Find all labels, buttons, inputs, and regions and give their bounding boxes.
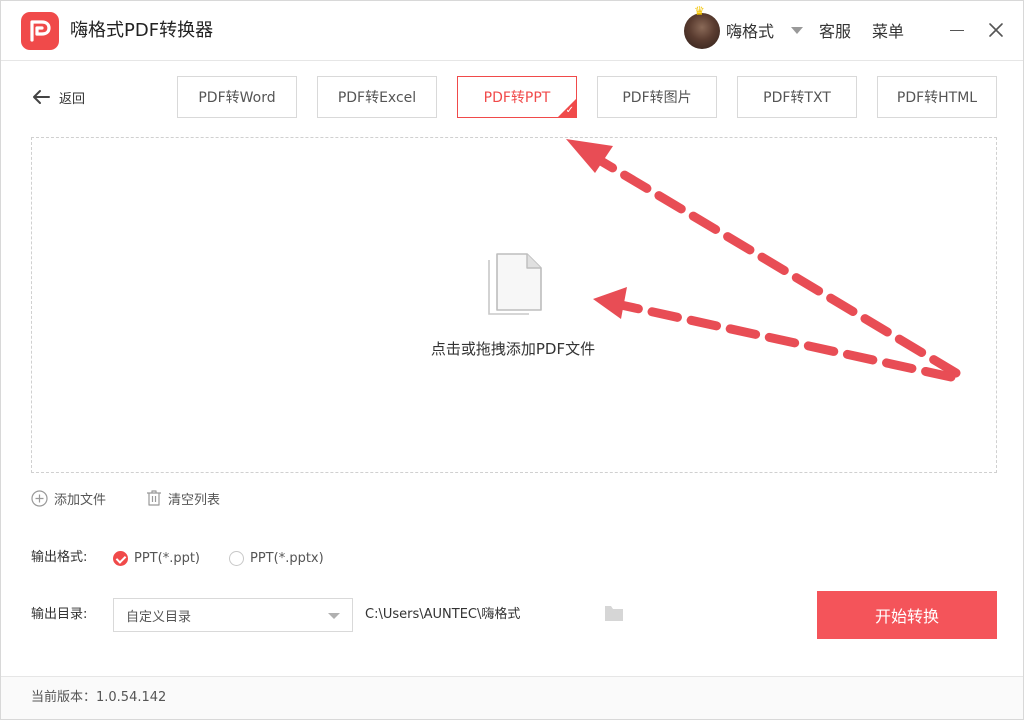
output-dir-label: 输出目录:	[31, 607, 88, 622]
chevron-down-icon[interactable]	[791, 27, 803, 34]
clear-list-button[interactable]: 清空列表	[146, 488, 220, 508]
radio-checked-icon	[113, 550, 128, 566]
close-button[interactable]	[987, 21, 1005, 39]
back-label: 返回	[59, 91, 86, 107]
back-button[interactable]: 返回	[31, 87, 85, 107]
output-format-label: 输出格式:	[31, 550, 88, 565]
crown-icon: ♛	[694, 4, 705, 18]
version-text: 当前版本：1.0.54.142	[31, 690, 167, 705]
radio-unchecked-icon	[229, 550, 244, 566]
clear-list-label: 清空列表	[168, 492, 221, 508]
minimize-button[interactable]	[950, 30, 964, 31]
tab-pdf-to-excel[interactable]: PDF转Excel	[317, 76, 437, 118]
tab-pdf-to-ppt[interactable]: PDF转PPT ✓	[457, 76, 577, 118]
chevron-down-icon	[328, 613, 340, 619]
arrow-left-icon	[33, 90, 50, 104]
output-dir-select-value: 自定义目录	[126, 609, 192, 625]
start-convert-button[interactable]: 开始转换	[817, 591, 997, 639]
folder-icon[interactable]	[605, 606, 623, 621]
plus-circle-icon	[31, 489, 48, 507]
customer-service-button[interactable]: 客服	[819, 22, 851, 42]
output-dir-path: C:\Users\AUNTEC\嗨格式	[365, 607, 521, 622]
menu-button[interactable]: 菜单	[872, 22, 904, 42]
tab-pdf-to-html[interactable]: PDF转HTML	[877, 76, 997, 118]
app-window: 嗨格式PDF转换器 ♛ 嗨格式 客服 菜单 返回 PDF转Word PDF转Ex…	[0, 0, 1024, 720]
checkmark-icon: ✓	[565, 105, 574, 116]
user-name[interactable]: 嗨格式	[726, 22, 774, 42]
format-option-label: PPT(*.ppt)	[134, 550, 200, 566]
document-icon[interactable]	[487, 252, 543, 318]
tab-pdf-to-image[interactable]: PDF转图片	[597, 76, 717, 118]
tab-pdf-to-ppt-label: PDF转PPT	[483, 90, 551, 106]
format-option-ppt[interactable]: PPT(*.ppt)	[113, 549, 200, 567]
add-file-button[interactable]: 添加文件	[31, 488, 106, 508]
avatar[interactable]	[684, 13, 720, 49]
close-icon	[989, 23, 1003, 37]
drop-zone-hint: 点击或拖拽添加PDF文件	[430, 340, 596, 358]
add-file-label: 添加文件	[54, 492, 107, 508]
title-bar: 嗨格式PDF转换器 ♛ 嗨格式 客服 菜单	[1, 1, 1023, 61]
app-logo-icon	[21, 12, 59, 50]
tab-pdf-to-word[interactable]: PDF转Word	[177, 76, 297, 118]
status-bar: 当前版本：1.0.54.142	[1, 676, 1023, 719]
app-title: 嗨格式PDF转换器	[70, 20, 214, 41]
format-option-label: PPT(*.pptx)	[250, 550, 324, 566]
trash-icon	[147, 490, 161, 506]
format-option-pptx[interactable]: PPT(*.pptx)	[229, 549, 324, 567]
output-dir-select[interactable]: 自定义目录	[113, 598, 353, 632]
tab-pdf-to-txt[interactable]: PDF转TXT	[737, 76, 857, 118]
